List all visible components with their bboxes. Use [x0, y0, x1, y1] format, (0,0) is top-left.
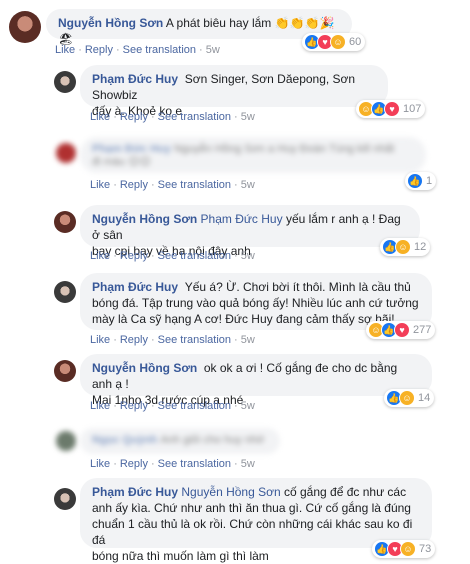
comment-author[interactable]: Phạm Đức Huy	[92, 143, 171, 155]
comment-author[interactable]: Nguyễn Hồng Sơn	[92, 361, 197, 375]
avatar[interactable]	[56, 431, 76, 451]
comment-text: bóng đá. Tập trung vào quả bóng ấy! Nhiề…	[92, 296, 419, 310]
comment-author[interactable]: Phạm Đức Huy	[92, 280, 178, 294]
see-translation-link[interactable]: See translation	[158, 334, 231, 346]
comment-actions: Like · Reply · See translation · 5w	[90, 400, 255, 412]
reaction-summary[interactable]: 👍 ☺ 12	[380, 238, 431, 256]
see-translation-link[interactable]: See translation	[158, 111, 231, 123]
comment-bubble: Ngọc Quỳnh Anh giỏi cho huy nhớ	[80, 428, 280, 454]
see-translation-link[interactable]: See translation	[158, 250, 231, 262]
comment-author[interactable]: Ngọc Quỳnh	[92, 434, 157, 446]
reaction-count: 14	[418, 392, 431, 404]
comment-bubble: Phạm Đức Huy Sơn Singer, Sơn Dăepong, Sơ…	[80, 65, 388, 118]
haha-icon: ☺	[399, 390, 415, 406]
like-link[interactable]: Like	[90, 458, 110, 470]
mention-link[interactable]: Phạm Đức Huy	[201, 212, 283, 226]
like-icon: 👍	[407, 173, 423, 189]
like-link[interactable]: Like	[55, 44, 75, 56]
reply-link[interactable]: Reply	[120, 111, 148, 123]
comment-author[interactable]: Nguyễn Hồng Sơn	[92, 212, 197, 226]
like-link[interactable]: Like	[90, 334, 110, 346]
timestamp[interactable]: 5w	[206, 44, 220, 56]
comment-actions: Like · Reply · See translation · 5w	[90, 179, 255, 191]
comment-bubble: Nguyễn Hồng Sơn Phạm Đức Huy yếu lắm r a…	[80, 205, 420, 258]
comment-author[interactable]: Nguyễn Hồng Sơn	[58, 16, 163, 30]
reply-link[interactable]: Reply	[120, 334, 148, 346]
comment-actions: Like · Reply · See translation · 5w	[90, 111, 255, 123]
comment-text: chuẩn 1 cầu thủ là ok rồi. Chứ còn những…	[92, 517, 413, 547]
comment-author[interactable]: Phạm Đức Huy	[92, 72, 178, 86]
reaction-count: 277	[413, 324, 432, 336]
haha-icon: ☺	[400, 541, 416, 557]
reaction-count: 12	[414, 241, 427, 253]
comment-text: Anh giỏi cho huy nhớ	[160, 434, 265, 446]
avatar[interactable]	[54, 211, 76, 233]
comment-bubble: Phạm Đức Huy Nguyễn Hồng Sơn a Huy Đoàn …	[80, 137, 426, 173]
see-translation-link[interactable]: See translation	[158, 400, 231, 412]
reaction-summary[interactable]: 👍 1	[405, 172, 437, 190]
reaction-count: 60	[349, 36, 362, 48]
reaction-summary[interactable]: 👍 ☺ 14	[384, 389, 435, 407]
see-translation-link[interactable]: See translation	[123, 44, 196, 56]
like-link[interactable]: Like	[90, 250, 110, 262]
reply-link[interactable]: Reply	[120, 179, 148, 191]
reaction-summary[interactable]: 👍 ♥ ☺ 73	[372, 540, 436, 558]
reply-link[interactable]: Reply	[120, 400, 148, 412]
like-link[interactable]: Like	[90, 179, 110, 191]
avatar[interactable]	[54, 281, 76, 303]
mention-link[interactable]: Nguyễn Hồng Sơn	[181, 485, 280, 499]
avatar[interactable]	[54, 71, 76, 93]
comment-actions: Like · Reply · See translation · 5w	[55, 44, 220, 56]
timestamp[interactable]: 5w	[241, 400, 255, 412]
comment-text: cố gắng để đc như các	[280, 485, 407, 499]
avatar[interactable]	[54, 488, 76, 510]
timestamp[interactable]: 5w	[241, 179, 255, 191]
avatar[interactable]	[56, 143, 76, 163]
comment-text: đi màu 😊😊	[92, 156, 152, 168]
comment-author[interactable]: Phạm Đức Huy	[92, 485, 178, 499]
comment-actions: Like · Reply · See translation · 5w	[90, 458, 255, 470]
comment-actions: Like · Reply · See translation · 5w	[90, 250, 255, 262]
comment-text: Nguyễn Hồng Sơn a Huy Đoàn Tùng kill nhấ…	[173, 143, 395, 155]
comment-text: bóng nữa thì muốn làm gì thì làm	[92, 549, 269, 563]
avatar[interactable]	[9, 11, 41, 43]
reply-link[interactable]: Reply	[85, 44, 113, 56]
see-translation-link[interactable]: See translation	[158, 179, 231, 191]
reaction-summary[interactable]: 👍 ♥ ☺ 60	[302, 33, 366, 51]
timestamp[interactable]: 5w	[241, 458, 255, 470]
love-icon: ♥	[394, 322, 410, 338]
comment-text: Yếu á? Ừ. Chơi bời ít thôi. Mình là cầu …	[184, 280, 411, 294]
timestamp[interactable]: 5w	[241, 111, 255, 123]
haha-icon: ☺	[330, 34, 346, 50]
reaction-count: 107	[403, 103, 422, 115]
avatar[interactable]	[54, 360, 76, 382]
comment-bubble: Phạm Đức Huy Nguyễn Hồng Sơn cố gắng để …	[80, 478, 432, 563]
reaction-count: 73	[419, 543, 432, 555]
reaction-summary[interactable]: ☺ 👍 ♥ 277	[366, 321, 436, 339]
comment-actions: Like · Reply · See translation · 5w	[90, 334, 255, 346]
like-link[interactable]: Like	[90, 111, 110, 123]
reply-link[interactable]: Reply	[120, 458, 148, 470]
comment-text: anh ấy kìa. Chứ như anh thì ăn thua gì. …	[92, 501, 411, 515]
haha-icon: ☺	[395, 239, 411, 255]
reply-link[interactable]: Reply	[120, 250, 148, 262]
see-translation-link[interactable]: See translation	[158, 458, 231, 470]
comment-text: A phát biêu hay lắm	[165, 16, 272, 30]
love-icon: ♥	[384, 101, 400, 117]
timestamp[interactable]: 5w	[241, 334, 255, 346]
reaction-summary[interactable]: ☺ 👍 ♥ 107	[356, 100, 426, 118]
reaction-count: 1	[426, 175, 433, 187]
comment-bubble: Nguyễn Hồng Sơn ok ok a ơi ! Cố gắng đe …	[80, 354, 432, 407]
timestamp[interactable]: 5w	[241, 250, 255, 262]
like-link[interactable]: Like	[90, 400, 110, 412]
